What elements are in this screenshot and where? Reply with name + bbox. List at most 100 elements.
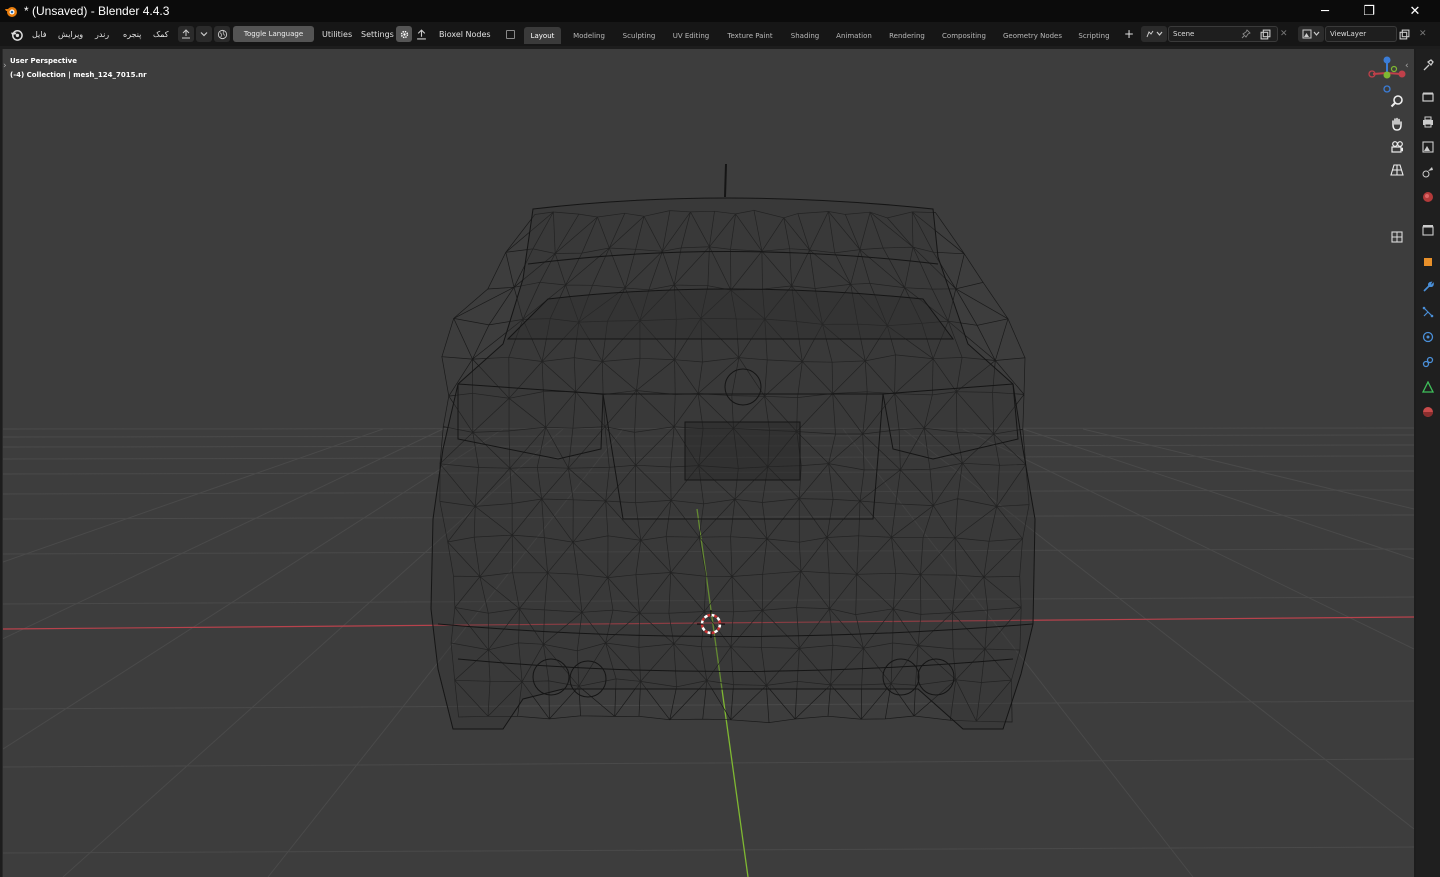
view-layer-field[interactable]: ViewLayer: [1325, 26, 1397, 42]
license-plate-area: [684, 421, 801, 481]
window-titlebar: * (Unsaved) - Blender 4.4.3 ─ ❐ ✕: [0, 0, 1440, 22]
globe-icon: [217, 29, 227, 39]
restore-button[interactable]: ❐: [1346, 0, 1392, 22]
minimize-button[interactable]: ─: [1302, 0, 1348, 22]
new-view-layer-button[interactable]: [1399, 22, 1410, 46]
scene-type-button[interactable]: [1141, 26, 1167, 42]
ortho-toggle-button[interactable]: [1387, 160, 1407, 180]
close-window-button[interactable]: ✕: [1392, 0, 1438, 22]
upload-icon: [417, 28, 426, 39]
delete-view-layer-button[interactable]: ✕: [1419, 22, 1427, 46]
scene-props-icon: [1422, 167, 1433, 178]
view-layer-icon: [1302, 29, 1320, 39]
gear-icon: [400, 30, 408, 38]
menu-render[interactable]: رندر: [95, 22, 109, 46]
antenna: [724, 163, 727, 198]
tab-uv-editing[interactable]: UV Editing: [666, 27, 716, 44]
tab-rendering[interactable]: Rendering: [882, 27, 932, 44]
tab-sculpting[interactable]: Sculpting: [617, 27, 661, 44]
gear-button[interactable]: [396, 26, 412, 42]
tool-icon: [1423, 59, 1434, 71]
world-properties-tab[interactable]: [1422, 191, 1434, 203]
duplicate-icon: [1399, 29, 1410, 39]
workspace-checkbox[interactable]: [506, 22, 515, 46]
tool-properties-tab[interactable]: [1422, 59, 1434, 71]
printer-icon: [1423, 116, 1433, 128]
duplicate-icon: [1260, 29, 1271, 39]
export-button[interactable]: [416, 22, 427, 46]
toolbar-toggle-icon[interactable]: ›: [3, 61, 7, 71]
collection-info-label: (-4) Collection | mesh_124_7015.nr: [10, 71, 147, 79]
zoom-icon: [1390, 95, 1403, 108]
close-icon: ✕: [1419, 29, 1427, 39]
constraint-icon: [1422, 356, 1434, 368]
menu-file[interactable]: فایل: [32, 22, 47, 46]
window-title: * (Unsaved) - Blender 4.4.3: [24, 4, 170, 18]
tab-layout[interactable]: Layout: [524, 27, 561, 44]
physics-properties-tab[interactable]: [1422, 331, 1434, 343]
constraints-properties-tab[interactable]: [1422, 356, 1434, 368]
new-scene-button[interactable]: [1260, 22, 1271, 46]
upload-button[interactable]: [178, 26, 194, 42]
car-wireframe-mesh: [430, 163, 1036, 730]
language-globe-button[interactable]: [214, 26, 230, 42]
object-properties-tab[interactable]: [1422, 256, 1434, 268]
menu-utilities[interactable]: Utilities: [322, 22, 352, 46]
tab-animation[interactable]: Animation: [831, 27, 877, 44]
wrench-icon: [1423, 281, 1434, 292]
delete-scene-button[interactable]: ✕: [1280, 22, 1288, 46]
close-icon: ✕: [1409, 3, 1421, 19]
add-workspace-button[interactable]: +: [1124, 22, 1134, 46]
camera-view-button[interactable]: [1387, 137, 1407, 157]
blender-logo-icon: [0, 0, 22, 22]
zoom-button[interactable]: [1387, 91, 1407, 111]
view-layer-type-button[interactable]: [1298, 26, 1324, 42]
data-properties-tab[interactable]: [1422, 381, 1434, 393]
view-name-label: User Perspective: [10, 57, 77, 65]
menu-help[interactable]: کمک: [153, 22, 169, 46]
tab-shading[interactable]: Shading: [784, 27, 826, 44]
dropdown-button[interactable]: [196, 26, 212, 42]
scene-properties-tab[interactable]: [1422, 166, 1434, 178]
scene-icon: [1146, 30, 1163, 38]
pin-scene-button[interactable]: [1241, 22, 1251, 46]
menu-edit[interactable]: ویرایش: [58, 22, 83, 46]
tab-scripting[interactable]: Scripting: [1074, 27, 1114, 44]
tab-geometry-nodes[interactable]: Geometry Nodes: [996, 27, 1069, 44]
sidebar-toggle-icon[interactable]: ‹: [1405, 61, 1409, 71]
particles-properties-tab[interactable]: [1422, 306, 1434, 318]
viewport-3d[interactable]: User Perspective (-4) Collection | mesh_…: [2, 49, 1414, 877]
chevron-down-icon: [200, 32, 208, 37]
menu-settings[interactable]: Settings: [361, 22, 394, 46]
render-properties-tab[interactable]: [1422, 91, 1434, 103]
tab-modeling[interactable]: Modeling: [566, 27, 612, 44]
world-icon: [1423, 192, 1433, 202]
upload-icon: [182, 29, 190, 39]
properties-tab-strip: [1416, 49, 1440, 877]
toggle-language-button[interactable]: Toggle Language: [233, 26, 314, 42]
menu-window[interactable]: پنجره: [123, 22, 141, 46]
tab-texture-paint[interactable]: Texture Paint: [721, 27, 779, 44]
grid-ortho-icon: [1390, 164, 1404, 176]
scene-name: Scene: [1173, 30, 1195, 38]
blender-menu-icon: [10, 29, 23, 41]
pan-button[interactable]: [1387, 114, 1407, 134]
modifier-properties-tab[interactable]: [1422, 281, 1434, 293]
viewport-scene: [3, 163, 1414, 877]
collection-properties-tab[interactable]: [1422, 224, 1434, 236]
camera-view-icon: [1391, 141, 1403, 153]
view-layer-properties-tab[interactable]: [1422, 141, 1434, 153]
local-view-button[interactable]: [1387, 227, 1407, 247]
object-icon: [1424, 258, 1432, 266]
view-layer-name: ViewLayer: [1330, 30, 1367, 38]
restore-icon: ❐: [1363, 3, 1375, 19]
minimize-icon: ─: [1321, 3, 1329, 19]
particles-icon: [1422, 306, 1434, 318]
blender-menu-button[interactable]: [10, 22, 23, 46]
close-icon: ✕: [1280, 29, 1288, 39]
menu-bioxel-nodes[interactable]: Bioxel Nodes: [439, 22, 491, 46]
tab-compositing[interactable]: Compositing: [937, 27, 991, 44]
material-properties-tab[interactable]: [1422, 406, 1434, 418]
rear-window: [506, 288, 954, 340]
output-properties-tab[interactable]: [1422, 116, 1434, 128]
